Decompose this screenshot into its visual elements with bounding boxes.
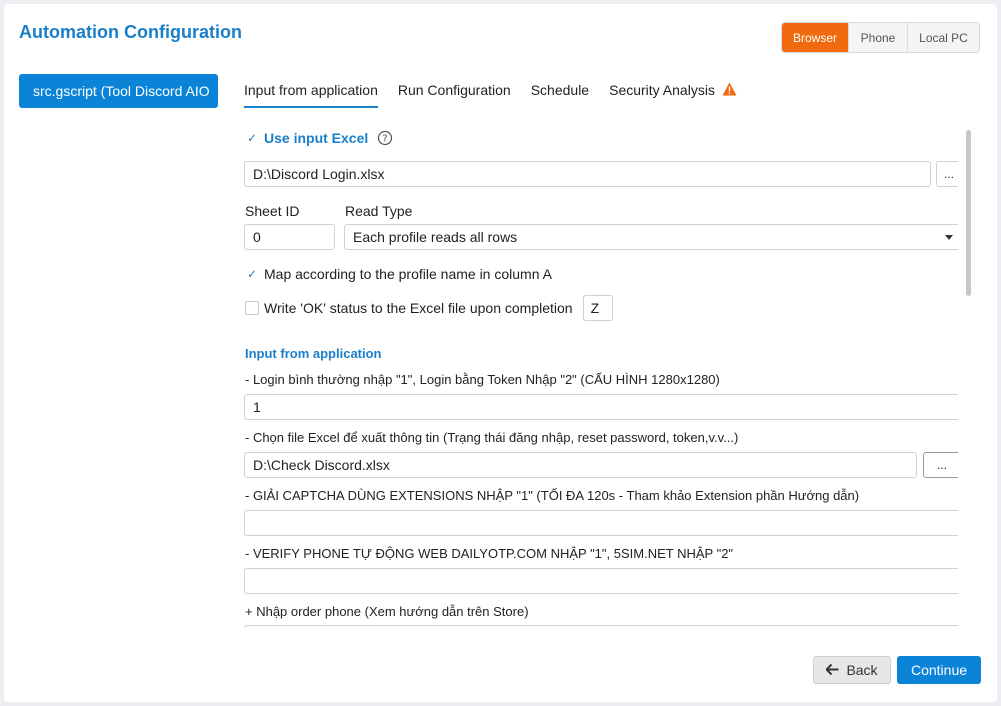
svg-text:?: ? <box>383 134 388 145</box>
help-icon[interactable]: ? <box>377 130 393 146</box>
tab-run-configuration[interactable]: Run Configuration <box>398 78 511 108</box>
write-ok-column-input[interactable]: Z <box>582 295 613 321</box>
tab-input-from-application[interactable]: Input from application <box>244 78 378 108</box>
read-type-value: Each profile reads all rows <box>353 229 518 245</box>
sheet-id-label: Sheet ID <box>245 203 300 219</box>
field-label: - Login bình thường nhập "1", Login bằng… <box>245 372 720 387</box>
tab-schedule[interactable]: Schedule <box>531 78 589 108</box>
field-label: - Chọn file Excel để xuất thông tin (Trạ… <box>245 430 739 445</box>
excel-file-path-input[interactable]: D:\Discord Login.xlsx <box>244 161 931 187</box>
config-tabs: Input from application Run Configuration… <box>240 78 757 108</box>
section-title: Input from application <box>245 346 382 361</box>
sheet-id-input[interactable]: 0 <box>244 224 335 250</box>
field-label: - VERIFY PHONE TỰ ĐỘNG WEB DAILYOTP.COM … <box>245 546 734 561</box>
export-excel-browse-button[interactable]: ... <box>923 452 958 478</box>
order-phone-input[interactable] <box>244 625 958 628</box>
use-excel-label: Use input Excel <box>264 130 369 146</box>
write-ok-checkbox[interactable] <box>245 301 259 315</box>
login-mode-input[interactable]: 1 <box>244 394 958 420</box>
continue-button[interactable]: Continue <box>897 656 981 684</box>
verify-phone-input[interactable] <box>244 568 958 594</box>
captcha-input[interactable] <box>244 510 958 536</box>
chevron-down-icon <box>945 235 953 240</box>
field-label: - GIẢI CAPTCHA DÙNG EXTENSIONS NHẬP "1" … <box>245 488 860 503</box>
excel-browse-button[interactable]: ... <box>936 161 958 187</box>
env-browser-button[interactable]: Browser <box>782 23 848 52</box>
back-label: Back <box>846 662 878 678</box>
use-excel-row: ✓ Use input Excel ? <box>245 130 393 146</box>
map-profile-checkbox[interactable]: ✓ <box>245 267 259 281</box>
env-phone-button[interactable]: Phone <box>848 23 907 52</box>
arrow-left-icon <box>825 662 839 678</box>
page-title: Automation Configuration <box>19 22 242 42</box>
back-button[interactable]: Back <box>813 656 891 684</box>
read-type-select[interactable]: Each profile reads all rows <box>344 224 958 250</box>
write-ok-row: Write 'OK' status to the Excel file upon… <box>245 295 613 321</box>
export-excel-path-input[interactable]: D:\Check Discord.xlsx <box>244 452 917 478</box>
use-excel-checkbox[interactable]: ✓ <box>245 131 259 145</box>
script-selector[interactable]: src.gscript (Tool Discord AIO <box>19 74 218 108</box>
tab-security-analysis[interactable]: Security Analysis <box>609 78 737 108</box>
read-type-label: Read Type <box>345 203 413 219</box>
tab-security-analysis-label: Security Analysis <box>609 82 715 98</box>
tab-content: ✓ Use input Excel ? D:\Discord Login.xls… <box>240 118 958 628</box>
map-profile-label: Map according to the profile name in col… <box>264 266 552 282</box>
env-localpc-button[interactable]: Local PC <box>907 23 979 52</box>
content-scrollbar[interactable] <box>966 130 971 296</box>
field-label: + Nhập order phone (Xem hướng dẫn trên S… <box>245 604 529 619</box>
environment-switch: Browser Phone Local PC <box>781 22 980 53</box>
map-profile-row: ✓ Map according to the profile name in c… <box>245 266 552 282</box>
warning-icon <box>722 82 737 96</box>
write-ok-label: Write 'OK' status to the Excel file upon… <box>264 300 573 316</box>
